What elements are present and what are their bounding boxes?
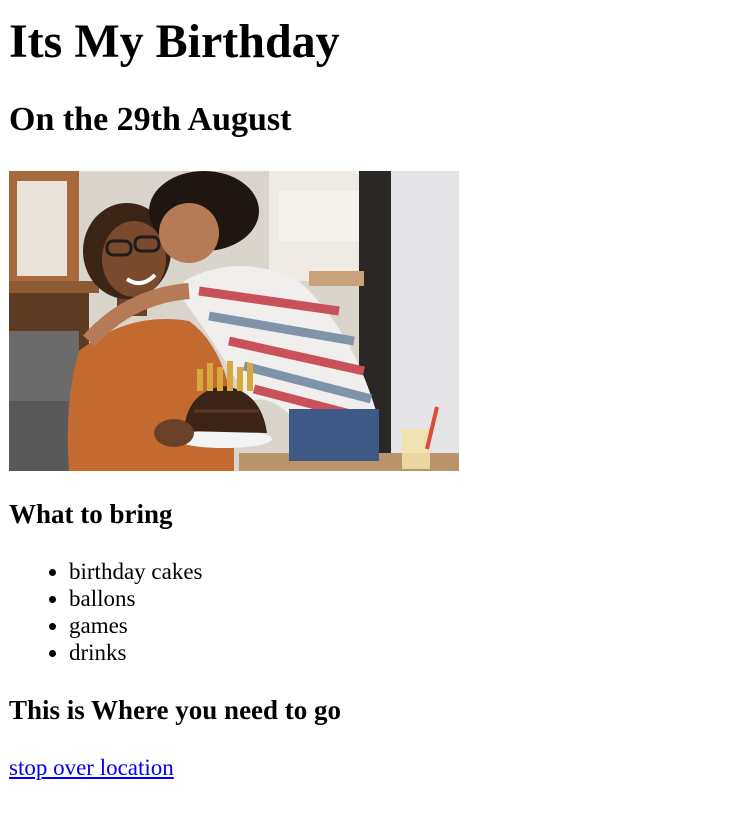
location-link[interactable]: stop over location [9, 754, 174, 782]
list-item: games [69, 612, 202, 639]
bring-list: birthday cakes ballons games drinks [9, 558, 202, 666]
bring-heading: What to bring [9, 499, 173, 529]
list-item: birthday cakes [69, 558, 202, 585]
list-item: drinks [69, 639, 202, 666]
location-heading: This is Where you need to go [9, 695, 342, 725]
page-title: Its My Birthday [9, 15, 340, 68]
list-item: ballons [69, 585, 202, 612]
birthday-photo [9, 171, 459, 471]
page-subtitle: On the 29th August [9, 101, 292, 138]
